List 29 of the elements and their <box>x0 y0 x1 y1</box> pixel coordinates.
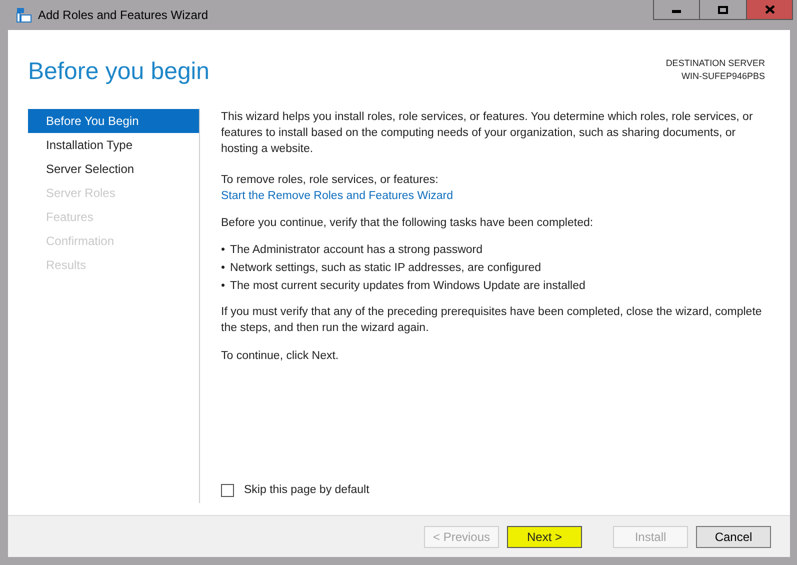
bullet-mark: • <box>221 243 226 258</box>
wizard-button[interactable]: Next > <box>507 526 582 548</box>
prerequisite-text: If you must verify that any of the preceding prerequisites have been completed, close the wizard, complete the steps, and then run the wizard again. <box>221 305 763 336</box>
maximize-icon <box>718 6 728 14</box>
intro-text: This wizard helps you install roles, role services, or features. You determine which roles, role services, or features to install based on the computing needs of your organization, such as sharing documents, or hosting a website. <box>221 110 754 157</box>
continue-text: To continue, click Next. <box>221 349 340 364</box>
bullet-mark: • <box>221 261 226 276</box>
bullet-text: The Administrator account has a strong password <box>230 243 482 258</box>
minimize-icon <box>672 10 681 13</box>
close-button[interactable] <box>747 0 793 20</box>
skip-checkbox[interactable] <box>221 484 234 496</box>
close-icon <box>764 5 774 14</box>
bullet-text: Network settings, such as static IP addresses, are configured <box>230 261 542 276</box>
destination-label: DESTINATION SERVER <box>666 57 765 70</box>
page-title: Before you begin <box>28 57 210 87</box>
remove-wizard-link[interactable]: Start the Remove Roles and Features Wizard <box>221 188 454 204</box>
skip-checkbox-label: Skip this page by default <box>244 483 370 498</box>
sidebar-item[interactable]: Before You Begin <box>28 109 199 133</box>
wizard-icon <box>16 7 32 23</box>
window-title: Add Roles and Features Wizard <box>38 7 208 24</box>
verify-text: Before you continue, verify that the following tasks have been completed: <box>221 216 594 231</box>
bullet-mark: • <box>221 279 226 294</box>
remove-text: To remove roles, role services, or features: <box>221 173 440 188</box>
wizard-button[interactable]: Cancel <box>696 526 771 548</box>
destination-server: WIN-SUFEP946PBS <box>681 70 765 83</box>
minimize-button[interactable] <box>653 0 700 20</box>
bullet-text: The most current security updates from Windows Update are installed <box>230 279 586 294</box>
sidebar-item[interactable]: Server Selection <box>28 157 199 181</box>
sidebar-item[interactable]: Installation Type <box>28 133 199 157</box>
